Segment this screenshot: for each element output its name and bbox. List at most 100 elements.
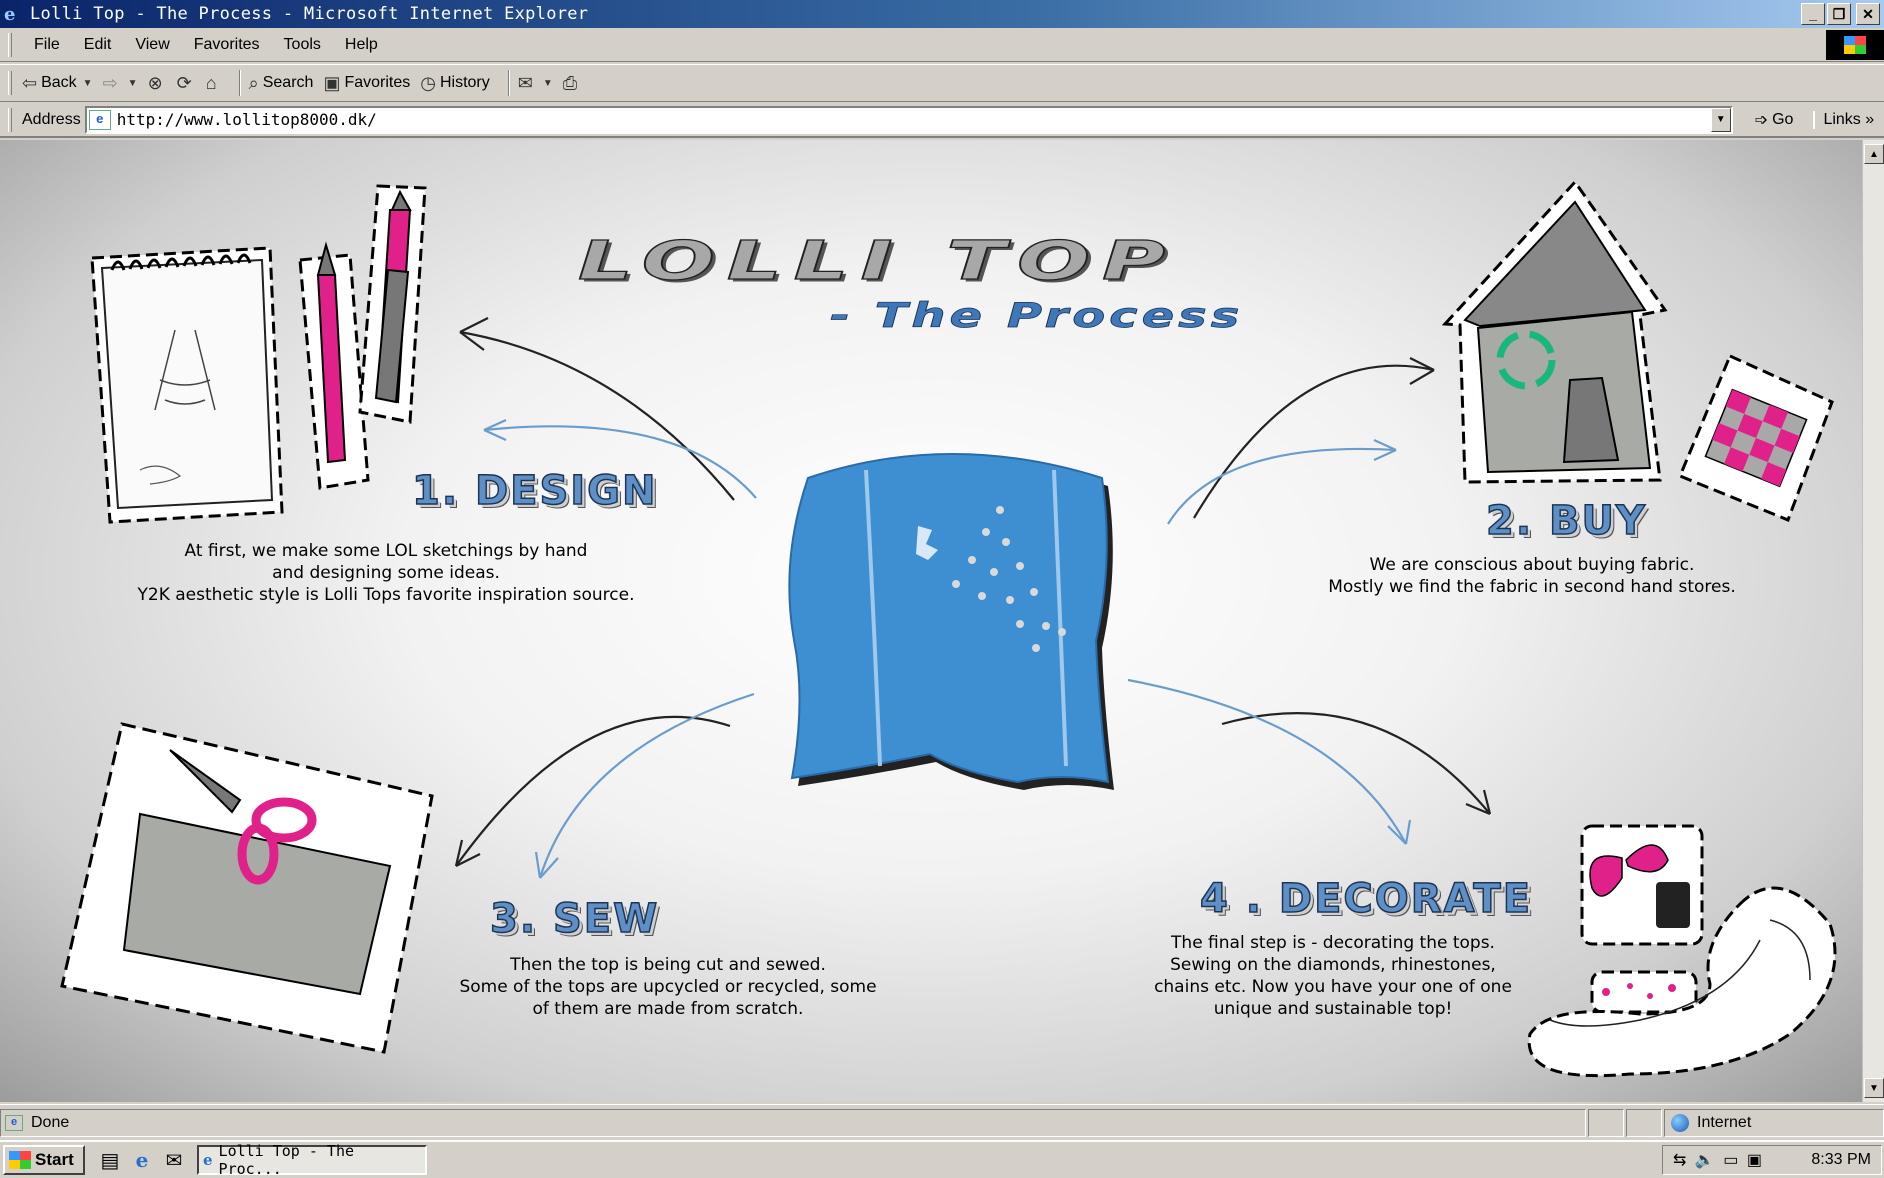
menu-view[interactable]: View (123, 36, 181, 54)
search-icon: ⌕ (248, 72, 259, 93)
home-icon: ⌂ (205, 72, 217, 93)
go-arrow-icon: ➩ (1754, 111, 1769, 129)
scroll-up-icon[interactable]: ▲ (1864, 144, 1884, 164)
standard-toolbar: ⇦ Back ▼ ⇨ ▼ ⊗ ⟳ ⌂ ⌕ Search ▣ Favorites … (0, 64, 1884, 102)
print-button[interactable]: ⎙ (563, 73, 581, 94)
display-icon[interactable]: ▭ (1723, 1152, 1738, 1169)
back-dropdown-icon[interactable]: ▼ (83, 78, 93, 89)
mail-icon: ✉ (517, 72, 533, 93)
clock: 8:33 PM (1811, 1151, 1871, 1168)
ie-icon: e (4, 4, 16, 25)
address-input[interactable]: e http://www.lollitop8000.dk/ ▼ (84, 105, 1733, 134)
globe-icon (1671, 1113, 1689, 1132)
process-illustration (60, 179, 1837, 1078)
step-buy-title: 2. BUY (1485, 497, 1647, 545)
status-bar: e Done Internet (0, 1104, 1884, 1140)
pencil-icon (298, 241, 370, 490)
step-buy-text: We are conscious about buying fabric. Mo… (1328, 555, 1736, 597)
refresh-icon: ⟳ (176, 72, 192, 93)
close-button[interactable]: ✕ (1856, 3, 1880, 25)
ie-window: e Lolli Top - The Process - Microsoft In… (0, 0, 1884, 1178)
menu-help[interactable]: Help (333, 36, 390, 54)
start-label: Start (35, 1150, 74, 1169)
status-main: e Done (0, 1108, 1586, 1137)
taskbar-ie-window[interactable]: e Lolli Top - The Proc... (197, 1142, 427, 1178)
minimize-button[interactable]: _ (1801, 3, 1825, 25)
taskbar: Start ▤ e ✉ e Lolli Top - The Proc... ⇆ … (0, 1140, 1884, 1178)
butterfly-thread-icon (1580, 824, 1704, 946)
task-label: Lolli Top - The Proc... (218, 1142, 355, 1178)
back-button[interactable]: ⇦ Back ▼ (22, 73, 93, 94)
scroll-down-icon[interactable]: ▼ (1864, 1078, 1884, 1098)
menu-file[interactable]: File (22, 36, 72, 54)
history-button[interactable]: ◷ History (420, 73, 490, 94)
status-cell (1588, 1108, 1624, 1137)
mail-dropdown-icon[interactable]: ▼ (543, 78, 553, 89)
outlook-icon[interactable]: ✉ (161, 1147, 187, 1173)
favorites-button[interactable]: ▣ Favorites (323, 73, 410, 94)
windows-flag-icon (9, 1151, 31, 1169)
page-status-icon: e (5, 1114, 23, 1131)
system-tray: ⇆ 🔈 ▭ ▣ 8:33 PM (1662, 1145, 1882, 1175)
go-button[interactable]: ➩ Go (1755, 110, 1794, 130)
back-arrow-icon: ⇦ (22, 72, 38, 93)
beads-icon (1590, 970, 1698, 1014)
history-icon: ◷ (420, 72, 436, 93)
windows-logo-icon (1826, 30, 1884, 60)
home-button[interactable]: ⌂ (206, 73, 221, 94)
toolbar-separator (238, 70, 241, 96)
go-label: Go (1772, 110, 1794, 128)
window-title: Lolli Top - The Process - Microsoft Inte… (30, 4, 589, 24)
house-icon (1441, 179, 1668, 484)
vertical-scrollbar[interactable]: ▲ ▼ (1862, 140, 1884, 1102)
refresh-button[interactable]: ⟳ (177, 73, 196, 94)
title-bar[interactable]: e Lolli Top - The Process - Microsoft In… (0, 0, 1884, 28)
status-text: Done (31, 1113, 70, 1131)
menu-edit[interactable]: Edit (72, 36, 124, 54)
search-label: Search (262, 74, 314, 91)
marker-icon (358, 184, 427, 424)
menu-grip[interactable] (8, 32, 12, 57)
restore-button[interactable]: ❐ (1827, 3, 1851, 25)
links-label: Links (1823, 110, 1861, 128)
page-icon: e (88, 109, 111, 130)
favorites-icon: ▣ (323, 72, 341, 93)
history-label: History (439, 74, 490, 91)
connection-icon[interactable]: ▣ (1747, 1152, 1762, 1169)
web-page-content: LOLLI TOP - The Process 1. DESIGN At fir… (0, 140, 1862, 1102)
address-grip[interactable] (8, 107, 12, 132)
step-sew-text: Then the top is being cut and sewed. Som… (459, 955, 877, 1019)
toolbar-grip[interactable] (8, 71, 12, 95)
menu-bar: File Edit View Favorites Tools Help (0, 28, 1884, 62)
step-design-text: At first, we make some LOL sketchings by… (137, 541, 635, 605)
show-desktop-icon[interactable]: ▤ (97, 1147, 123, 1173)
search-button[interactable]: ⌕ Search (249, 73, 314, 94)
denim-top-image (788, 453, 1114, 790)
mail-button[interactable]: ✉ ▼ (518, 73, 553, 94)
address-dropdown-icon[interactable]: ▼ (1710, 107, 1731, 132)
forward-arrow-icon: ⇨ (102, 72, 118, 93)
forward-dropdown-icon[interactable]: ▼ (128, 78, 138, 89)
step-sew-title: 3. SEW (489, 895, 660, 943)
sketchbook-icon (90, 246, 284, 524)
stop-button[interactable]: ⊗ (148, 73, 167, 94)
links-button[interactable]: Links » (1813, 110, 1874, 129)
step-decorate-title: 4 . DECORATE (1199, 875, 1533, 923)
menu-tools[interactable]: Tools (272, 36, 333, 54)
fabric-swatch-icon (1678, 353, 1834, 522)
address-url[interactable]: http://www.lollitop8000.dk/ (117, 110, 377, 129)
forward-button[interactable]: ⇨ ▼ (103, 73, 138, 94)
stop-icon: ⊗ (147, 72, 163, 93)
ie-task-icon: e (203, 1151, 213, 1169)
toolbar-separator (507, 70, 510, 96)
start-button[interactable]: Start (3, 1145, 85, 1175)
zone-label: Internet (1697, 1113, 1752, 1131)
menu-favorites[interactable]: Favorites (182, 36, 272, 54)
ie-launch-icon[interactable]: e (129, 1147, 155, 1173)
address-bar: Address e http://www.lollitop8000.dk/ ▼ … (0, 103, 1884, 138)
network-icon[interactable]: ⇆ (1673, 1152, 1686, 1169)
status-cell (1626, 1108, 1662, 1137)
volume-icon[interactable]: 🔈 (1695, 1152, 1715, 1169)
step-design-title: 1. DESIGN (411, 467, 658, 515)
printer-icon: ⎙ (562, 72, 578, 93)
